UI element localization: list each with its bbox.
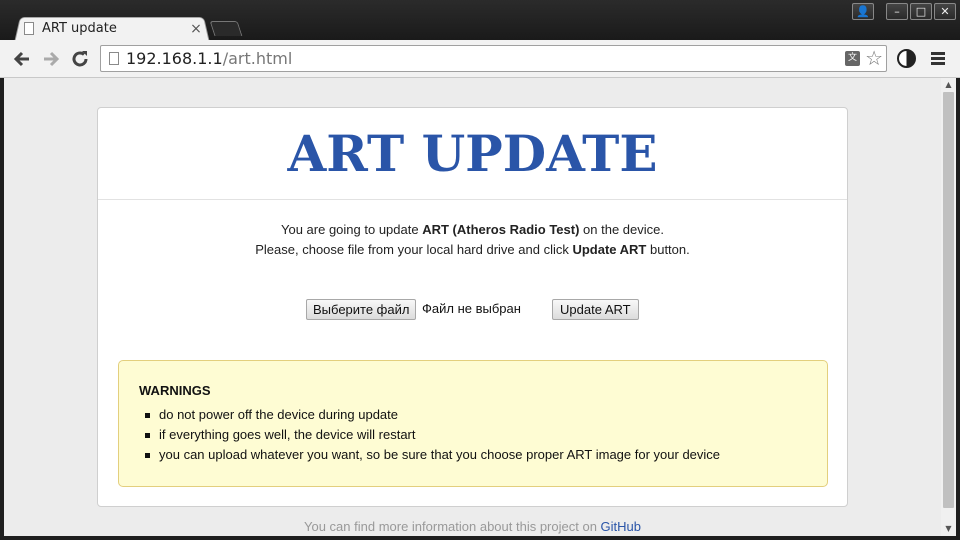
scroll-down-icon[interactable]: ▼ — [941, 522, 956, 536]
maximize-button[interactable]: □ — [910, 3, 932, 20]
back-arrow-icon[interactable] — [11, 48, 33, 70]
update-art-button[interactable]: Update ART — [552, 299, 639, 320]
github-link[interactable]: GitHub — [601, 519, 641, 534]
scroll-thumb[interactable] — [943, 92, 954, 508]
warnings-title: WARNINGS — [139, 383, 211, 398]
warning-item: if everything goes well, the device will… — [139, 425, 720, 445]
tab-close-icon[interactable]: × — [188, 21, 204, 37]
star-icon[interactable]: ☆ — [865, 46, 883, 71]
url-text: 192.168.1.1/art.html — [126, 49, 293, 68]
update-card: ART UPDATE You are going to update ART (… — [97, 107, 848, 507]
browser-tab[interactable]: ART update × — [24, 17, 208, 40]
warnings-list: do not power off the device during updat… — [139, 405, 720, 465]
page-icon — [109, 52, 119, 65]
browser-titlebar: ART update × 👤 – □ ✕ — [0, 0, 960, 43]
user-profile-icon[interactable]: 👤 — [852, 3, 874, 20]
reload-icon[interactable] — [69, 48, 91, 70]
close-window-button[interactable]: ✕ — [934, 3, 956, 20]
warnings-box: WARNINGS do not power off the device dur… — [118, 360, 828, 487]
scroll-up-icon[interactable]: ▲ — [941, 78, 956, 92]
window-frame — [956, 78, 960, 540]
address-bar[interactable]: 192.168.1.1/art.html 文 ☆ — [100, 45, 887, 72]
intro-line-2: Please, choose file from your local hard… — [255, 242, 690, 257]
vertical-scrollbar[interactable]: ▲ ▼ — [941, 78, 956, 536]
extension-icon[interactable] — [897, 49, 916, 68]
upload-controls: Выберите файл Файл не выбран Update ART — [98, 299, 847, 321]
browser-toolbar: 192.168.1.1/art.html 文 ☆ — [0, 40, 960, 78]
footer-text: You can find more information about this… — [304, 519, 641, 534]
warning-item: do not power off the device during updat… — [139, 405, 720, 425]
page-title: ART UPDATE — [287, 124, 658, 183]
warning-item: you can upload whatever you want, so be … — [139, 445, 720, 465]
tab-title: ART update — [42, 21, 117, 36]
translate-icon[interactable]: 文 — [845, 51, 860, 66]
choose-file-button[interactable]: Выберите файл — [306, 299, 417, 320]
intro-text: You are going to update ART (Atheros Rad… — [98, 220, 847, 260]
card-header: ART UPDATE — [98, 108, 847, 200]
page-favicon-icon — [24, 22, 34, 35]
file-status: Файл не выбран — [422, 301, 521, 316]
minimize-button[interactable]: – — [886, 3, 908, 20]
menu-icon[interactable] — [931, 52, 945, 67]
forward-arrow-icon[interactable] — [40, 48, 62, 70]
window-controls: 👤 – □ ✕ — [852, 3, 956, 20]
new-tab-button[interactable] — [209, 21, 243, 36]
window-frame — [0, 536, 960, 540]
page-viewport: ART UPDATE You are going to update ART (… — [4, 78, 941, 536]
intro-line-1: You are going to update ART (Atheros Rad… — [281, 222, 664, 237]
